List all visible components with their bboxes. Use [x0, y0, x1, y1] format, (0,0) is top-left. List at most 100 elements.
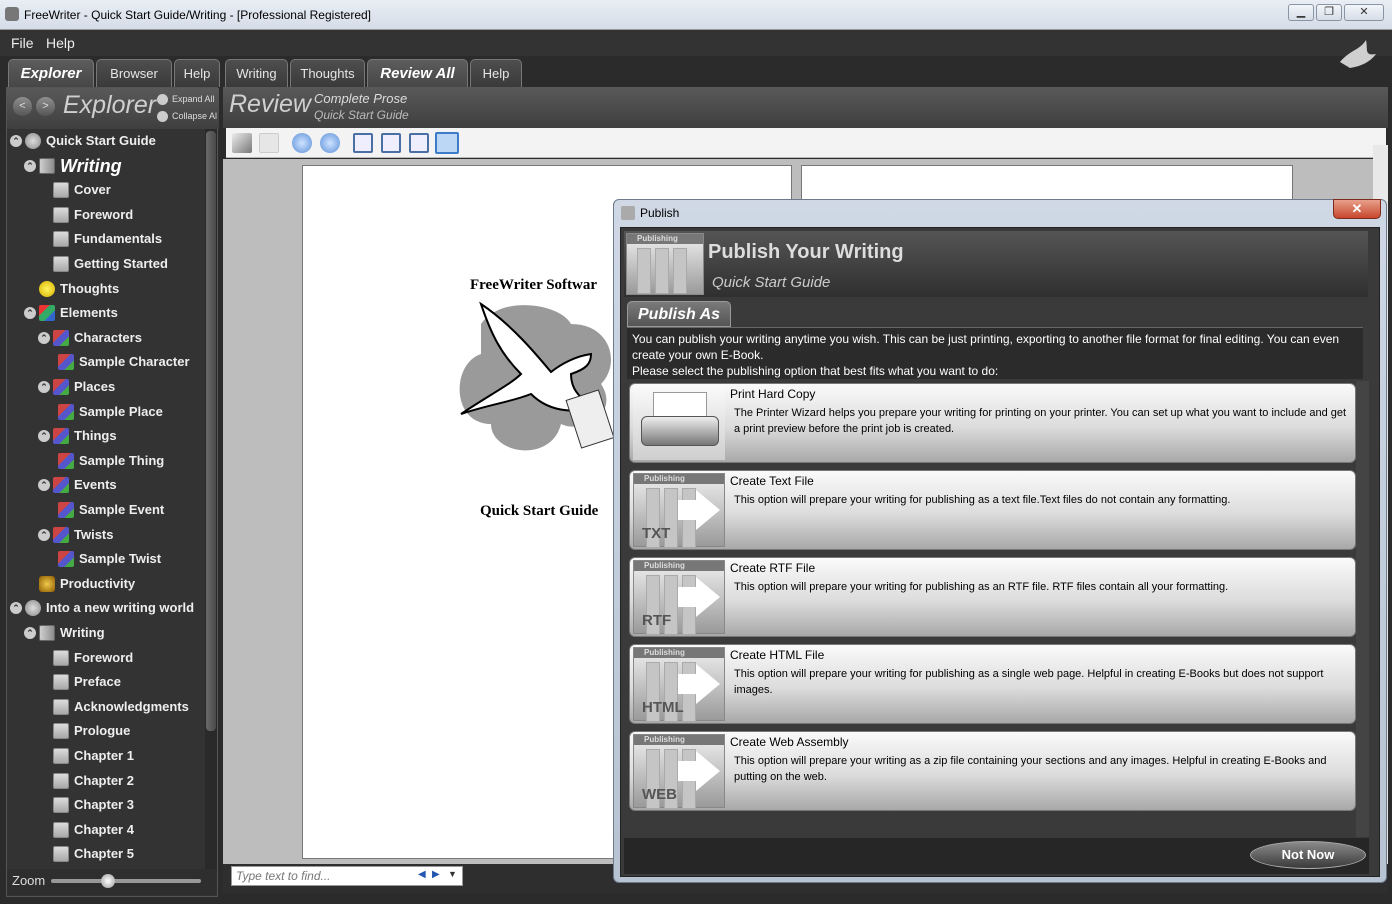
printer-icon	[633, 386, 725, 460]
collapse-toggle-icon[interactable]: ⌃	[10, 602, 22, 615]
tree-item[interactable]: ⌃ Characters	[7, 328, 203, 348]
tree-item[interactable]: ⌃ Elements	[7, 303, 203, 323]
tree-item[interactable]: Sample Twist	[7, 549, 203, 569]
tree-item[interactable]: ⌃ Writing	[7, 156, 203, 176]
tab-publish-as[interactable]: Publish As	[627, 301, 731, 327]
tree-item[interactable]: ⌃ Into a new writing world	[7, 598, 203, 618]
collapse-toggle-icon[interactable]: ⌃	[38, 430, 50, 443]
whole-page-icon[interactable]	[409, 133, 429, 153]
icon-column	[637, 248, 651, 294]
tree-item[interactable]: Chapter 2	[7, 771, 203, 791]
arrow-right-icon	[678, 587, 698, 607]
collapse-toggle-icon[interactable]: ⌃	[24, 159, 36, 172]
gears-icon	[39, 575, 55, 592]
collapse-toggle-icon[interactable]: ⌃	[24, 307, 36, 320]
dialog-close-button[interactable]: ✕	[1333, 199, 1381, 219]
find-input[interactable]: Type text to find...	[231, 866, 463, 886]
tree-item[interactable]: Chapter 4	[7, 820, 203, 840]
collapse-all-icon[interactable]	[157, 111, 168, 122]
tab-explorer[interactable]: Explorer	[8, 59, 94, 87]
publish-option[interactable]: Publishing RTF Create RTF File This option …	[629, 557, 1356, 637]
tree-item[interactable]: Productivity	[7, 574, 203, 594]
tree-scroll-thumb[interactable]	[206, 131, 216, 731]
collapse-toggle-icon[interactable]: ⌃	[10, 135, 22, 147]
tab-thoughts[interactable]: Thoughts	[290, 59, 365, 87]
find-prev-icon[interactable]: ◀	[418, 869, 426, 880]
minimize-button[interactable]: ▁	[1288, 4, 1314, 21]
explorer-panel: < > Explorer Expand All Collapse All ⌃ Qu…	[6, 87, 219, 897]
tree-item-label: Thoughts	[60, 280, 120, 296]
page-width-icon[interactable]	[381, 133, 401, 153]
forward-arrow-icon[interactable]: >	[36, 97, 55, 116]
tree-item[interactable]: Chapter 3	[7, 795, 203, 815]
tree-item[interactable]: ⌃ Events	[7, 475, 203, 495]
tree-item[interactable]: Sample Character	[7, 352, 203, 372]
collapse-toggle-icon[interactable]: ⌃	[38, 331, 50, 344]
publish-option[interactable]: Publishing HTML Create HTML File This optio…	[629, 644, 1356, 724]
tree-item[interactable]: ⌃ Writing	[7, 623, 203, 643]
menu-file[interactable]: File	[11, 35, 34, 51]
collapse-toggle-icon[interactable]: ⌃	[24, 627, 36, 639]
tree-item[interactable]: Prologue	[7, 721, 203, 741]
publish-option-description: This option will prepare your writing fo…	[734, 494, 1231, 506]
tree-item[interactable]: Foreword	[7, 648, 203, 668]
tab-main-help[interactable]: Help	[470, 59, 522, 87]
publish-description-text: You can publish your writing anytime you…	[632, 332, 1340, 362]
publish-dialog-icon	[621, 206, 635, 220]
tree-item[interactable]: ⌃ Quick Start Guide	[7, 131, 203, 151]
tree-item[interactable]: Acknowledgments	[7, 697, 203, 717]
collapse-toggle-icon[interactable]: ⌃	[38, 381, 50, 393]
tree-item[interactable]: Cover	[7, 180, 203, 200]
tree-item[interactable]: ⌃ Twists	[7, 525, 203, 545]
close-window-button[interactable]: ✕	[1344, 4, 1384, 21]
tree-item[interactable]: Fundamentals	[7, 229, 203, 249]
tree-item[interactable]: Foreword	[7, 205, 203, 225]
print-icon[interactable]	[232, 133, 252, 153]
menu-help[interactable]: Help	[46, 35, 75, 51]
publish-option[interactable]: Publishing WEB Create Web Assembly This opt…	[629, 731, 1356, 811]
tree-item[interactable]: Chapter 1	[7, 746, 203, 766]
collapse-toggle-icon[interactable]: ⌃	[38, 479, 50, 492]
not-now-button[interactable]: Not Now	[1250, 841, 1366, 869]
tree-item[interactable]: Preface	[7, 672, 203, 692]
tab-browser[interactable]: Browser	[96, 59, 172, 87]
publish-option[interactable]: Publishing TXT Create Text File This option…	[629, 470, 1356, 550]
actual-size-icon[interactable]	[353, 133, 373, 153]
tree-item[interactable]: Getting Started	[7, 254, 203, 274]
find-next-icon[interactable]: ▶	[432, 869, 440, 880]
tree-item[interactable]: Sample Place	[7, 402, 203, 422]
publish-description: You can publish your writing anytime you…	[627, 327, 1363, 379]
tree-item-label: Chapter 5	[74, 846, 134, 862]
tree-item[interactable]: Chapter 5	[7, 844, 203, 864]
review-toolbar	[226, 128, 1386, 158]
back-arrow-icon[interactable]: <	[13, 97, 32, 116]
zoom-slider-thumb[interactable]	[101, 874, 115, 888]
publish-option[interactable]: Print Hard Copy The Printer Wizard helps …	[629, 383, 1356, 463]
tab-writing[interactable]: Writing	[225, 59, 288, 87]
collapse-all-button[interactable]: Collapse All	[172, 111, 217, 121]
tab-left-help[interactable]: Help	[174, 59, 220, 87]
tree-item[interactable]: ⌃ Places	[7, 377, 203, 397]
expand-all-icon[interactable]	[157, 94, 168, 105]
tree-item-label: Characters	[74, 329, 142, 345]
copy-icon[interactable]	[259, 133, 279, 153]
find-options-chevron-icon[interactable]: ▼	[448, 869, 457, 879]
expand-all-button[interactable]: Expand All	[172, 94, 215, 104]
zoom-out-icon[interactable]	[320, 133, 340, 153]
collapse-toggle-icon[interactable]: ⌃	[38, 528, 50, 541]
maximize-button[interactable]: ❐	[1316, 4, 1342, 21]
zoom-slider-track[interactable]	[51, 879, 201, 883]
tree-item[interactable]: Sample Event	[7, 500, 203, 520]
tree-item[interactable]: ⌃ Things	[7, 426, 203, 446]
tree-item-label: Writing	[60, 625, 105, 640]
zoom-in-icon[interactable]	[292, 133, 312, 153]
options-scrollbar[interactable]	[1356, 381, 1369, 837]
tree-item[interactable]: Thoughts	[7, 279, 203, 299]
dialog-header: Publishing Publish Your Writing Quick St…	[624, 231, 1368, 297]
tree-item[interactable]: Sample Thing	[7, 451, 203, 471]
publishing-icon-caption: Publishing	[634, 474, 724, 484]
puzzle-icon	[53, 526, 69, 543]
tab-review-all[interactable]: Review All	[367, 59, 468, 87]
tree-item-label: Writing	[60, 155, 122, 176]
two-pages-icon[interactable]	[435, 132, 459, 154]
